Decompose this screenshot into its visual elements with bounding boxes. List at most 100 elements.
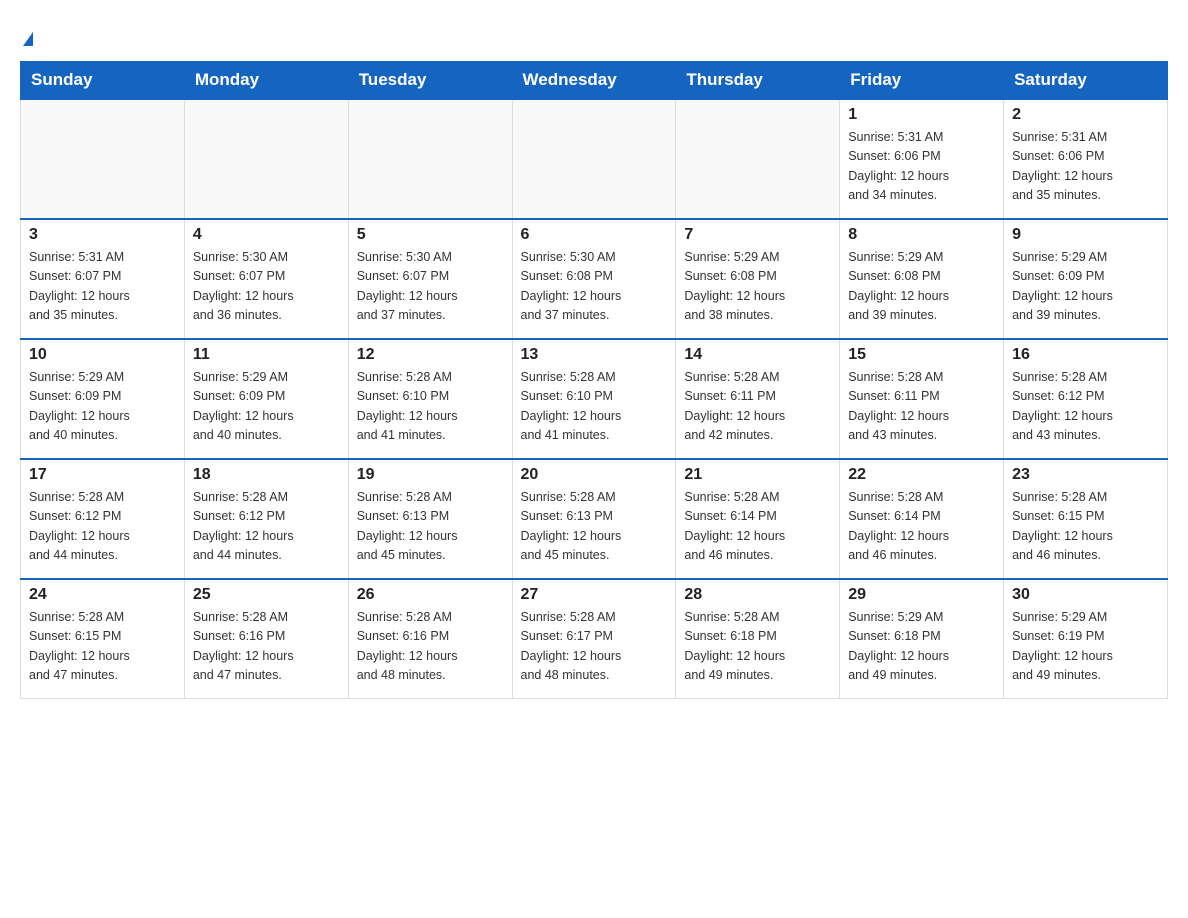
calendar-cell: 20 Sunrise: 5:28 AM Sunset: 6:13 PM Dayli… <box>512 459 676 579</box>
day-number: 11 <box>193 346 340 364</box>
day-info: Sunrise: 5:28 AM Sunset: 6:14 PM Dayligh… <box>848 488 995 566</box>
calendar-cell: 18 Sunrise: 5:28 AM Sunset: 6:12 PM Dayli… <box>184 459 348 579</box>
day-info: Sunrise: 5:28 AM Sunset: 6:13 PM Dayligh… <box>357 488 504 566</box>
calendar-cell: 15Sunrise: 5:28 AM Sunset: 6:11 PM Dayli… <box>840 339 1004 459</box>
day-info: Sunrise: 5:29 AM Sunset: 6:08 PM Dayligh… <box>684 248 831 326</box>
calendar-body: 1 Sunrise: 5:31 AM Sunset: 6:06 PM Daylig… <box>21 99 1168 699</box>
calendar-cell <box>512 99 676 219</box>
day-number: 20 <box>521 466 668 484</box>
day-number: 28 <box>684 586 831 604</box>
calendar-cell: 19Sunrise: 5:28 AM Sunset: 6:13 PM Dayli… <box>348 459 512 579</box>
day-number: 17 <box>29 466 176 484</box>
calendar-cell: 11 Sunrise: 5:29 AM Sunset: 6:09 PM Dayli… <box>184 339 348 459</box>
day-number: 9 <box>1012 226 1159 244</box>
calendar-cell: 10 Sunrise: 5:29 AM Sunset: 6:09 PM Dayli… <box>21 339 185 459</box>
calendar-table: SundayMondayTuesdayWednesdayThursdayFrid… <box>20 61 1168 700</box>
weekday-header-saturday: Saturday <box>1004 61 1168 99</box>
day-number: 3 <box>29 226 176 244</box>
day-info: Sunrise: 5:28 AM Sunset: 6:15 PM Dayligh… <box>1012 488 1159 566</box>
calendar-cell: 29 Sunrise: 5:29 AM Sunset: 6:18 PM Dayli… <box>840 579 1004 699</box>
calendar-week-row: 17 Sunrise: 5:28 AM Sunset: 6:12 PM Dayli… <box>21 459 1168 579</box>
day-info: Sunrise: 5:29 AM Sunset: 6:09 PM Dayligh… <box>193 368 340 446</box>
day-info: Sunrise: 5:28 AM Sunset: 6:11 PM Dayligh… <box>684 368 831 446</box>
day-number: 16 <box>1012 346 1159 364</box>
day-info: Sunrise: 5:29 AM Sunset: 6:19 PM Dayligh… <box>1012 608 1159 686</box>
calendar-header: SundayMondayTuesdayWednesdayThursdayFrid… <box>21 61 1168 99</box>
calendar-cell: 7 Sunrise: 5:29 AM Sunset: 6:08 PM Daylig… <box>676 219 840 339</box>
day-number: 22 <box>848 466 995 484</box>
calendar-cell: 25 Sunrise: 5:28 AM Sunset: 6:16 PM Dayli… <box>184 579 348 699</box>
calendar-cell: 12 Sunrise: 5:28 AM Sunset: 6:10 PM Dayli… <box>348 339 512 459</box>
day-number: 29 <box>848 586 995 604</box>
calendar-week-row: 3Sunrise: 5:31 AM Sunset: 6:07 PM Daylig… <box>21 219 1168 339</box>
weekday-header-friday: Friday <box>840 61 1004 99</box>
calendar-cell: 3Sunrise: 5:31 AM Sunset: 6:07 PM Daylig… <box>21 219 185 339</box>
day-info: Sunrise: 5:30 AM Sunset: 6:07 PM Dayligh… <box>357 248 504 326</box>
day-info: Sunrise: 5:28 AM Sunset: 6:10 PM Dayligh… <box>357 368 504 446</box>
day-number: 21 <box>684 466 831 484</box>
calendar-cell: 27 Sunrise: 5:28 AM Sunset: 6:17 PM Dayli… <box>512 579 676 699</box>
day-number: 27 <box>521 586 668 604</box>
day-info: Sunrise: 5:28 AM Sunset: 6:12 PM Dayligh… <box>29 488 176 566</box>
logo <box>20 20 33 51</box>
day-info: Sunrise: 5:29 AM Sunset: 6:09 PM Dayligh… <box>29 368 176 446</box>
day-number: 8 <box>848 226 995 244</box>
day-number: 12 <box>357 346 504 364</box>
day-number: 30 <box>1012 586 1159 604</box>
calendar-cell: 1 Sunrise: 5:31 AM Sunset: 6:06 PM Daylig… <box>840 99 1004 219</box>
day-number: 1 <box>848 106 995 124</box>
day-info: Sunrise: 5:30 AM Sunset: 6:07 PM Dayligh… <box>193 248 340 326</box>
day-info: Sunrise: 5:28 AM Sunset: 6:16 PM Dayligh… <box>357 608 504 686</box>
day-number: 25 <box>193 586 340 604</box>
calendar-cell <box>348 99 512 219</box>
day-number: 24 <box>29 586 176 604</box>
calendar-cell: 4 Sunrise: 5:30 AM Sunset: 6:07 PM Daylig… <box>184 219 348 339</box>
calendar-cell: 2Sunrise: 5:31 AM Sunset: 6:06 PM Daylig… <box>1004 99 1168 219</box>
calendar-cell: 28Sunrise: 5:28 AM Sunset: 6:18 PM Dayli… <box>676 579 840 699</box>
day-number: 2 <box>1012 106 1159 124</box>
day-number: 23 <box>1012 466 1159 484</box>
weekday-header-tuesday: Tuesday <box>348 61 512 99</box>
day-number: 13 <box>521 346 668 364</box>
page-header <box>20 20 1168 51</box>
calendar-cell: 30 Sunrise: 5:29 AM Sunset: 6:19 PM Dayli… <box>1004 579 1168 699</box>
day-info: Sunrise: 5:29 AM Sunset: 6:09 PM Dayligh… <box>1012 248 1159 326</box>
calendar-cell: 8Sunrise: 5:29 AM Sunset: 6:08 PM Daylig… <box>840 219 1004 339</box>
calendar-week-row: 10 Sunrise: 5:29 AM Sunset: 6:09 PM Dayli… <box>21 339 1168 459</box>
calendar-week-row: 1 Sunrise: 5:31 AM Sunset: 6:06 PM Daylig… <box>21 99 1168 219</box>
day-number: 4 <box>193 226 340 244</box>
day-info: Sunrise: 5:28 AM Sunset: 6:13 PM Dayligh… <box>521 488 668 566</box>
day-number: 26 <box>357 586 504 604</box>
day-info: Sunrise: 5:28 AM Sunset: 6:15 PM Dayligh… <box>29 608 176 686</box>
day-number: 10 <box>29 346 176 364</box>
calendar-cell: 23 Sunrise: 5:28 AM Sunset: 6:15 PM Dayli… <box>1004 459 1168 579</box>
calendar-cell: 13Sunrise: 5:28 AM Sunset: 6:10 PM Dayli… <box>512 339 676 459</box>
day-info: Sunrise: 5:29 AM Sunset: 6:18 PM Dayligh… <box>848 608 995 686</box>
calendar-cell: 21 Sunrise: 5:28 AM Sunset: 6:14 PM Dayli… <box>676 459 840 579</box>
calendar-cell: 9 Sunrise: 5:29 AM Sunset: 6:09 PM Daylig… <box>1004 219 1168 339</box>
calendar-cell: 26 Sunrise: 5:28 AM Sunset: 6:16 PM Dayli… <box>348 579 512 699</box>
calendar-cell: 17 Sunrise: 5:28 AM Sunset: 6:12 PM Dayli… <box>21 459 185 579</box>
weekday-header-row: SundayMondayTuesdayWednesdayThursdayFrid… <box>21 61 1168 99</box>
calendar-cell <box>21 99 185 219</box>
day-number: 5 <box>357 226 504 244</box>
day-info: Sunrise: 5:30 AM Sunset: 6:08 PM Dayligh… <box>521 248 668 326</box>
calendar-cell <box>184 99 348 219</box>
calendar-cell: 16Sunrise: 5:28 AM Sunset: 6:12 PM Dayli… <box>1004 339 1168 459</box>
calendar-cell: 22 Sunrise: 5:28 AM Sunset: 6:14 PM Dayli… <box>840 459 1004 579</box>
calendar-week-row: 24 Sunrise: 5:28 AM Sunset: 6:15 PM Dayli… <box>21 579 1168 699</box>
day-number: 7 <box>684 226 831 244</box>
calendar-cell <box>676 99 840 219</box>
day-number: 14 <box>684 346 831 364</box>
day-info: Sunrise: 5:28 AM Sunset: 6:12 PM Dayligh… <box>193 488 340 566</box>
day-info: Sunrise: 5:28 AM Sunset: 6:14 PM Dayligh… <box>684 488 831 566</box>
weekday-header-thursday: Thursday <box>676 61 840 99</box>
calendar-cell: 24 Sunrise: 5:28 AM Sunset: 6:15 PM Dayli… <box>21 579 185 699</box>
calendar-cell: 5 Sunrise: 5:30 AM Sunset: 6:07 PM Daylig… <box>348 219 512 339</box>
day-info: Sunrise: 5:28 AM Sunset: 6:17 PM Dayligh… <box>521 608 668 686</box>
calendar-cell: 6Sunrise: 5:30 AM Sunset: 6:08 PM Daylig… <box>512 219 676 339</box>
day-number: 18 <box>193 466 340 484</box>
day-info: Sunrise: 5:31 AM Sunset: 6:06 PM Dayligh… <box>848 128 995 206</box>
logo-arrow <box>23 32 33 46</box>
day-info: Sunrise: 5:28 AM Sunset: 6:16 PM Dayligh… <box>193 608 340 686</box>
